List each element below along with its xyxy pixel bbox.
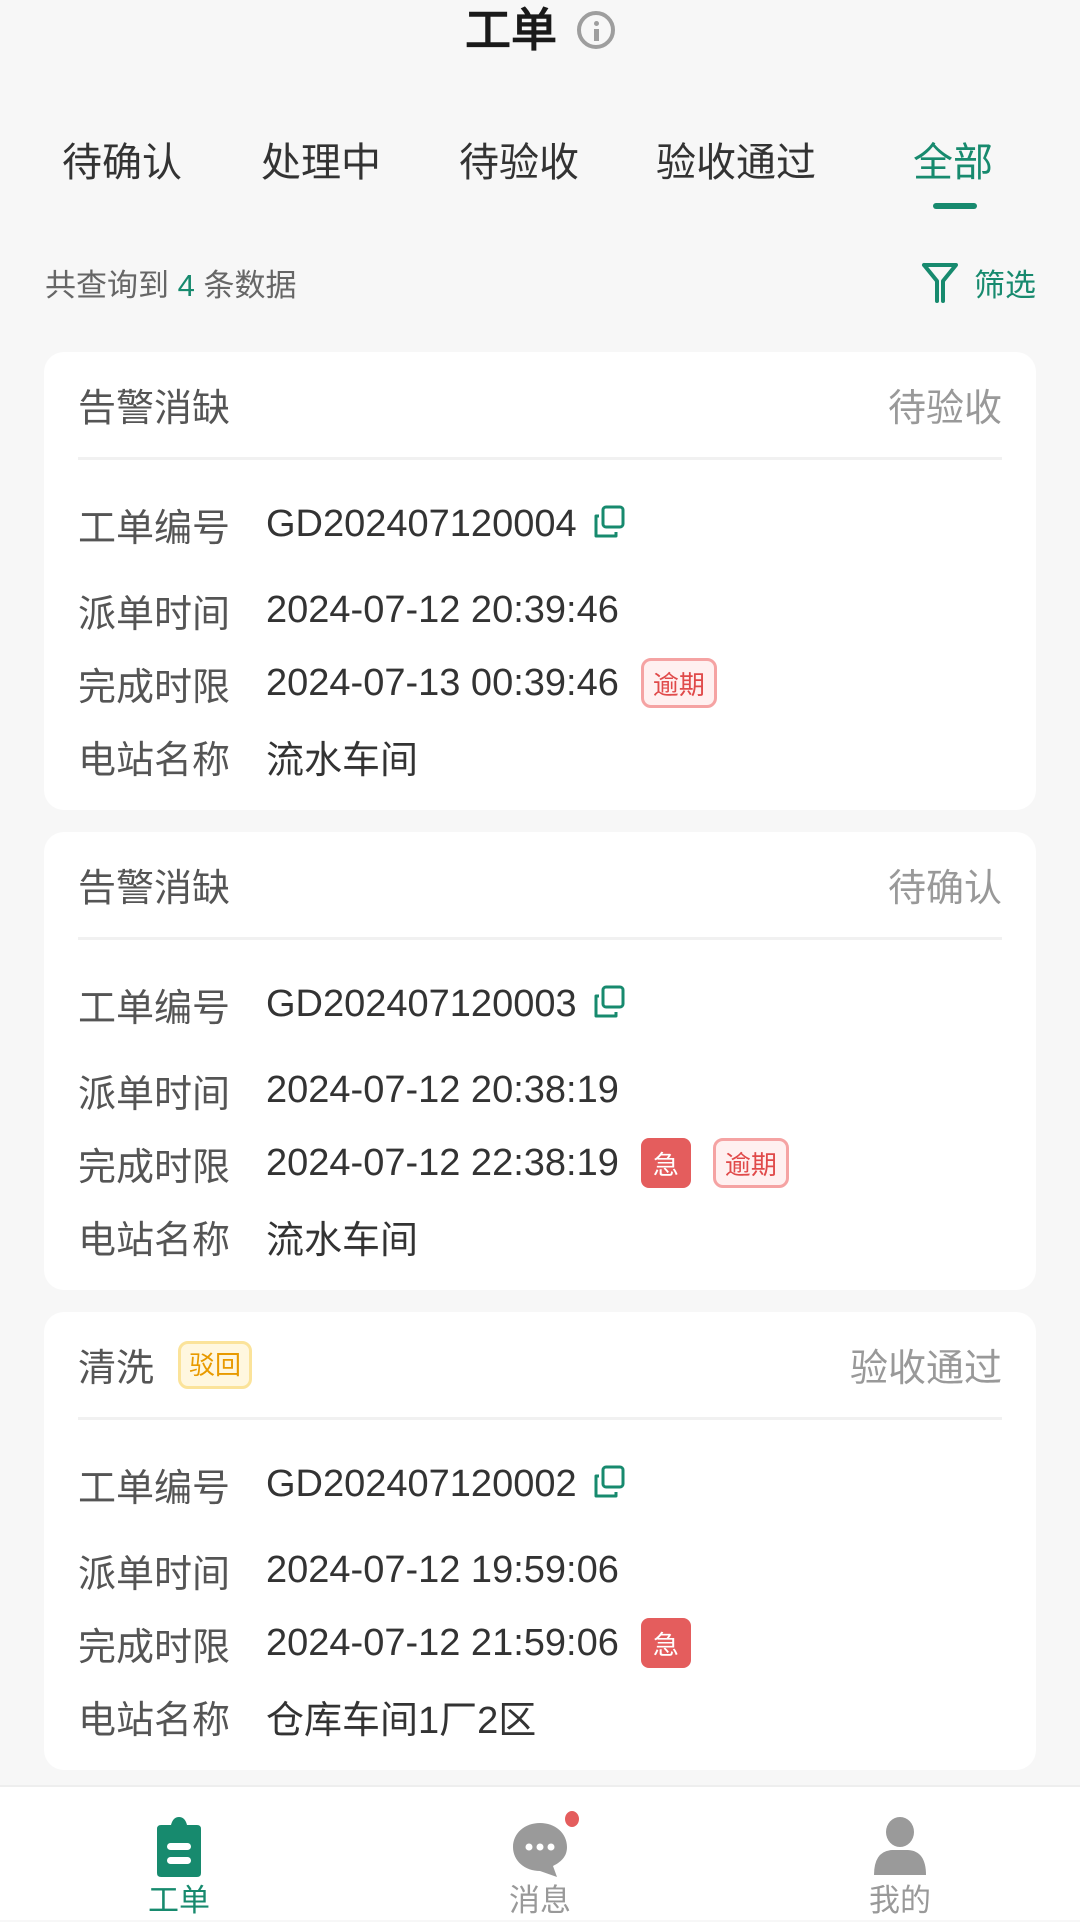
station-row: 电站名称 流水车间	[78, 1206, 418, 1266]
order-status: 待确认	[887, 868, 1002, 910]
copy-icon[interactable]	[591, 504, 627, 545]
dispatch-time-row: 派单时间 2024-07-12 19:59:06	[78, 1540, 619, 1600]
tab-pending-acceptance[interactable]: 待验收	[459, 130, 579, 196]
user-icon	[874, 1817, 926, 1875]
dispatch-time-row: 派单时间 2024-07-12 20:39:46	[78, 580, 619, 640]
field-label: 完成时限	[78, 1146, 231, 1189]
summary-suffix: 条数据	[203, 268, 297, 303]
nav-item-profile[interactable]: 我的	[800, 1787, 1000, 1922]
nav-label: 消息	[509, 1883, 571, 1918]
page-title: 工单	[465, 4, 557, 56]
result-count: 4	[177, 268, 195, 303]
deadline: 2024-07-13 00:39:46	[266, 661, 619, 704]
deadline: 2024-07-12 21:59:06	[266, 1621, 619, 1664]
order-number-row: 工单编号 GD202407120004	[78, 494, 627, 554]
station-name: 仓库车间1厂2区	[266, 1699, 537, 1742]
tab-all[interactable]: 全部	[913, 130, 993, 196]
work-order-card[interactable]: 清洗 驳回 验收通过工单编号 GD202407120002 派单时间 2024-07-12…	[44, 1312, 1036, 1770]
station-row: 电站名称 仓库车间1厂2区	[78, 1686, 536, 1746]
urgent-tag: 急	[640, 1618, 691, 1668]
dispatch-time: 2024-07-12 20:39:46	[266, 588, 619, 631]
order-number: GD202407120004	[266, 502, 577, 545]
order-type: 告警消缺	[78, 388, 231, 430]
field-label: 电站名称	[78, 739, 231, 782]
order-status: 验收通过	[849, 1348, 1002, 1390]
rejected-tag: 驳回	[178, 1340, 253, 1389]
order-number: GD202407120003	[266, 982, 577, 1025]
card-header: 告警消缺 待验收	[78, 352, 1002, 460]
order-number-row: 工单编号 GD202407120003	[78, 974, 627, 1034]
deadline-row: 完成时限 2024-07-12 22:38:19 急逾期	[78, 1133, 789, 1193]
field-label: 工单编号	[78, 507, 231, 550]
status-tabs: 待确认 处理中 待验收 验收通过 全部	[0, 130, 1080, 210]
nav-label: 我的	[869, 1883, 931, 1918]
copy-icon[interactable]	[591, 984, 627, 1025]
field-label: 完成时限	[78, 666, 231, 709]
field-label: 工单编号	[78, 987, 231, 1030]
order-type: 清洗	[78, 1348, 155, 1390]
filter-label: 筛选	[974, 268, 1036, 303]
station-name: 流水车间	[266, 739, 419, 782]
dispatch-time: 2024-07-12 20:38:19	[266, 1068, 619, 1111]
field-label: 电站名称	[78, 1219, 231, 1262]
field-label: 电站名称	[78, 1699, 231, 1742]
work-order-card[interactable]: 告警消缺 待确认工单编号 GD202407120003 派单时间 2024-07-12 …	[44, 832, 1036, 1290]
filter-icon	[922, 262, 958, 303]
field-label: 派单时间	[78, 1553, 231, 1596]
station-name: 流水车间	[266, 1219, 419, 1262]
result-summary: 共查询到 4 条数据	[45, 264, 297, 308]
tab-accepted[interactable]: 验收通过	[656, 130, 816, 196]
dispatch-time-row: 派单时间 2024-07-12 20:38:19	[78, 1060, 619, 1120]
work-order-card[interactable]: 告警消缺 待验收工单编号 GD202407120004 派单时间 2024-07-12 …	[44, 352, 1036, 810]
deadline-row: 完成时限 2024-07-12 21:59:06 急	[78, 1613, 691, 1673]
deadline-row: 完成时限 2024-07-13 00:39:46 逾期	[78, 653, 717, 713]
urgent-tag: 急	[640, 1138, 691, 1188]
station-row: 电站名称 流水车间	[78, 726, 418, 786]
card-header: 告警消缺 待确认	[78, 832, 1002, 940]
unread-badge-dot	[565, 1811, 579, 1827]
tab-pending-confirm[interactable]: 待确认	[62, 130, 182, 196]
field-label: 派单时间	[78, 593, 231, 636]
tab-processing[interactable]: 处理中	[261, 130, 381, 196]
info-circle-icon[interactable]	[577, 11, 615, 49]
chat-bubble-icon	[513, 1823, 567, 1877]
field-label: 工单编号	[78, 1467, 231, 1510]
bottom-nav: 工单 消息 我的	[0, 1785, 1080, 1920]
nav-item-work-orders[interactable]: 工单	[79, 1787, 279, 1922]
summary-prefix: 共查询到	[45, 268, 169, 303]
card-header: 清洗 驳回 验收通过	[78, 1312, 1002, 1420]
nav-item-messages[interactable]: 消息	[440, 1787, 640, 1922]
copy-icon[interactable]	[591, 1464, 627, 1505]
overdue-tag: 逾期	[712, 1138, 789, 1188]
order-number: GD202407120002	[266, 1462, 577, 1505]
order-number-row: 工单编号 GD202407120002	[78, 1454, 627, 1514]
dispatch-time: 2024-07-12 19:59:06	[266, 1548, 619, 1591]
order-type: 告警消缺	[78, 868, 231, 910]
deadline: 2024-07-12 22:38:19	[266, 1141, 619, 1184]
overdue-tag: 逾期	[640, 658, 717, 708]
field-label: 派单时间	[78, 1073, 231, 1116]
filter-button[interactable]: 筛选	[920, 260, 1036, 305]
nav-label: 工单	[148, 1883, 210, 1918]
order-status: 待验收	[887, 388, 1002, 430]
active-tab-indicator	[933, 203, 977, 209]
field-label: 完成时限	[78, 1626, 231, 1669]
page-header: 工单	[0, 0, 1080, 60]
clipboard-icon	[157, 1817, 201, 1877]
